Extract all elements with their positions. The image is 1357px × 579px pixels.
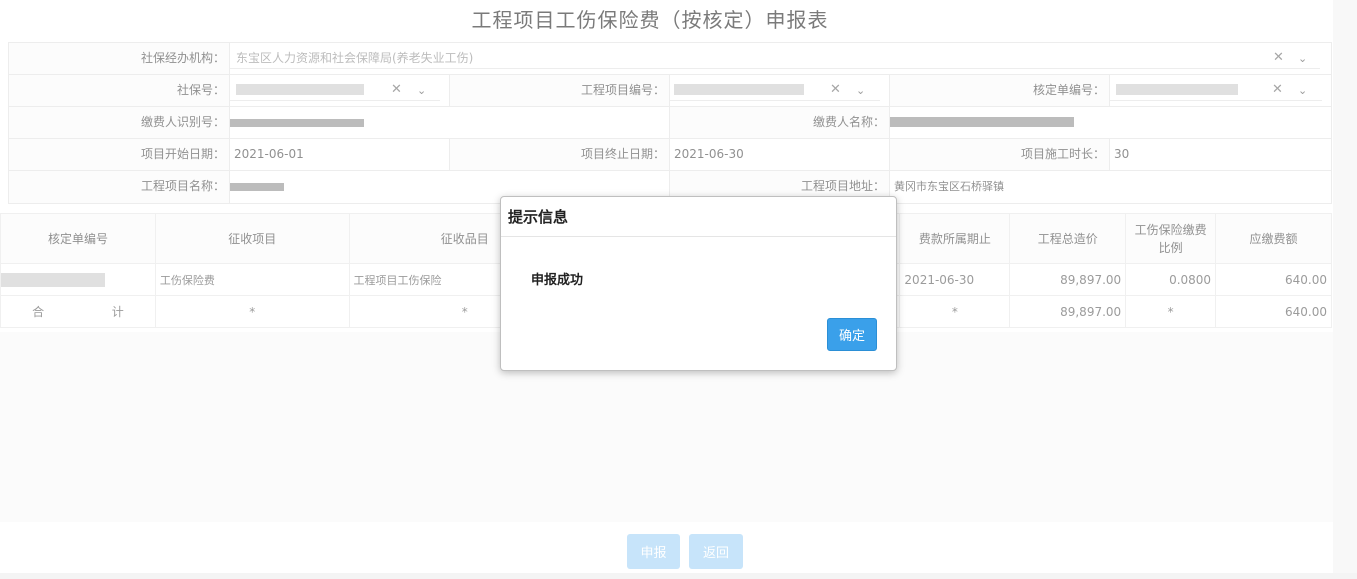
confirm-button[interactable]: 确定 bbox=[827, 318, 877, 351]
dialog-title: 提示信息 bbox=[501, 197, 896, 237]
info-dialog: 提示信息 申报成功 确定 bbox=[500, 196, 897, 371]
dialog-message: 申报成功 bbox=[531, 273, 584, 288]
